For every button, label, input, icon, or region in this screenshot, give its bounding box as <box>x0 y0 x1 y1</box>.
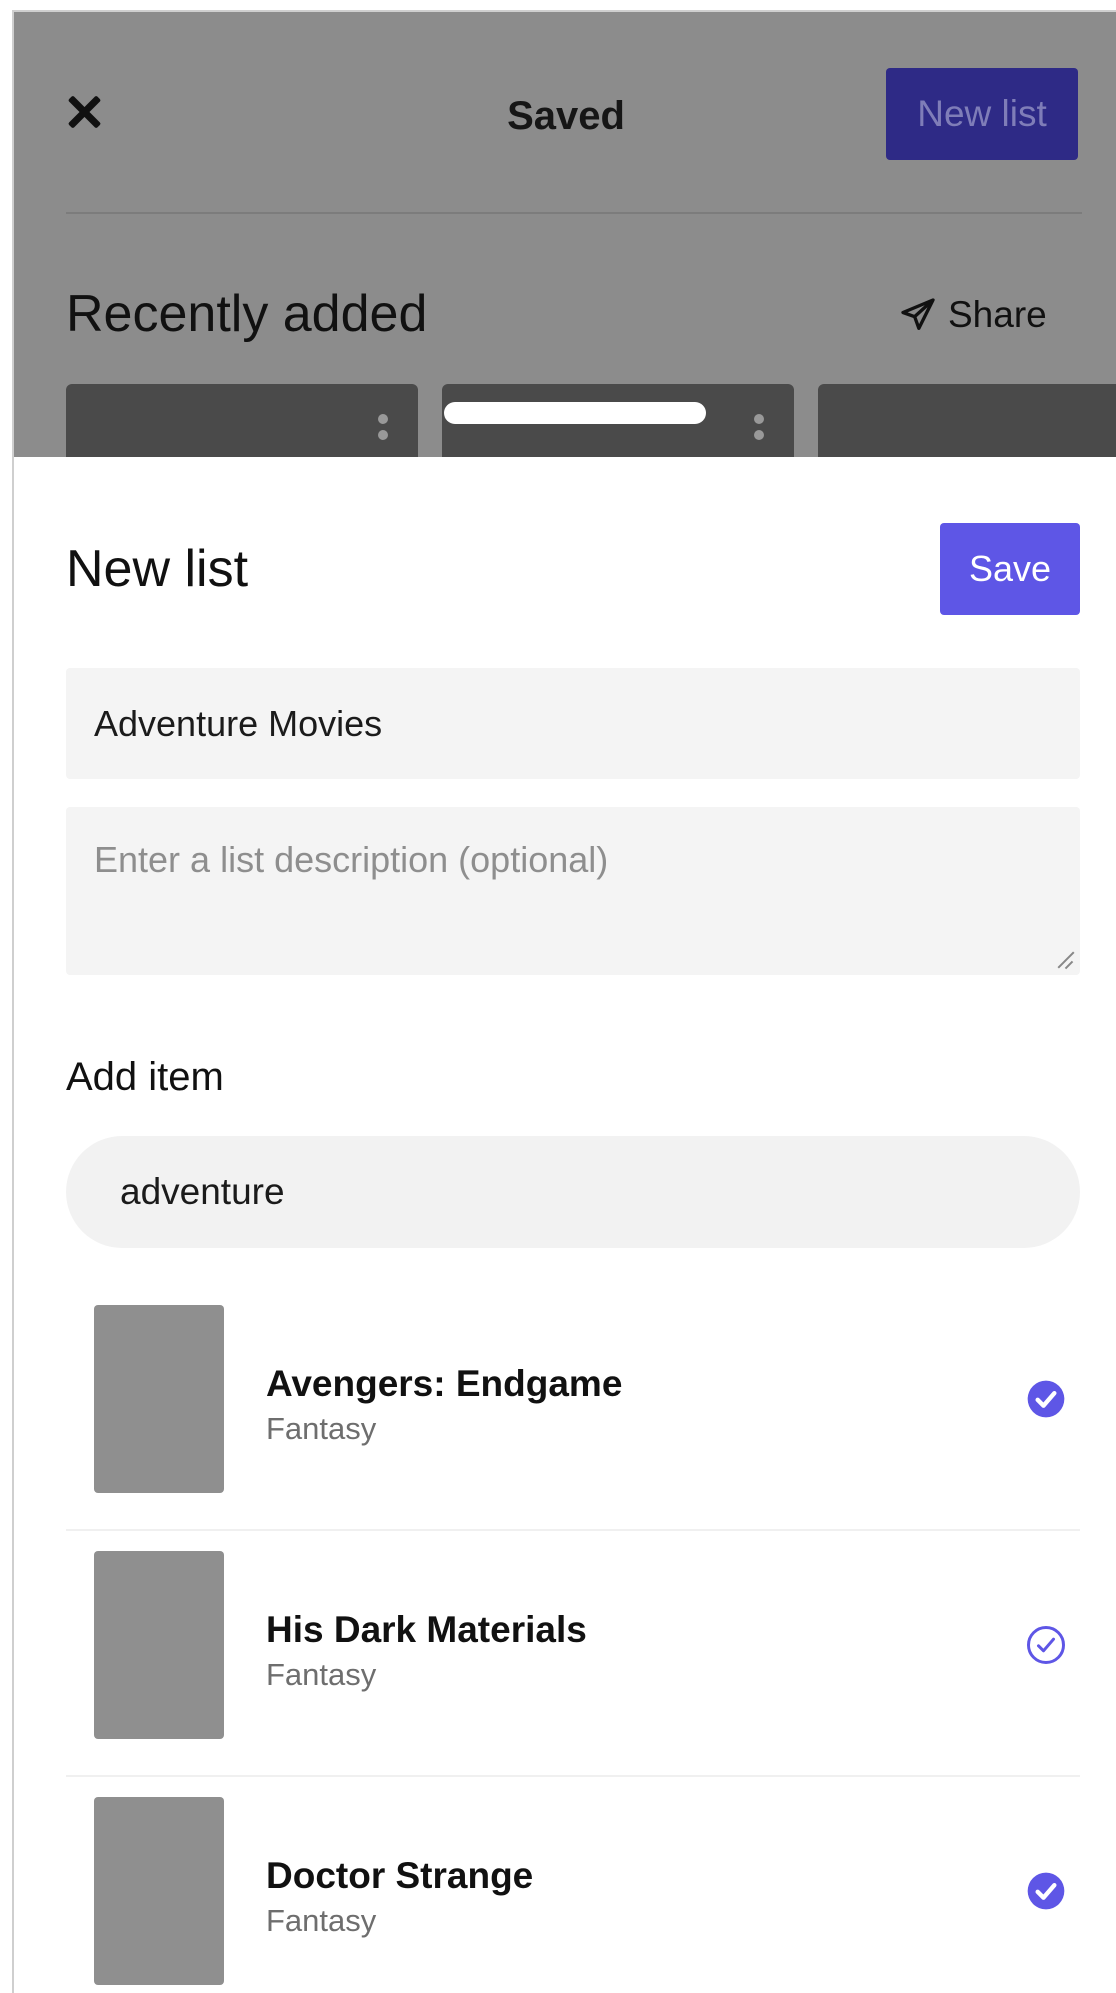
list-item[interactable]: Doctor Strange Fantasy <box>66 1777 1080 1993</box>
section-title-recently-added: Recently added <box>66 285 428 343</box>
more-options-icon[interactable] <box>754 414 764 446</box>
search-results-list: Avengers: Endgame Fantasy His Dark Mater… <box>66 1285 1080 1993</box>
item-title: Avengers: Endgame <box>266 1363 623 1404</box>
check-circle-outline-icon[interactable] <box>1026 1625 1066 1665</box>
poster-thumbnail <box>94 1305 224 1493</box>
poster-thumbnail <box>94 1551 224 1739</box>
item-genre: Fantasy <box>266 1411 377 1446</box>
item-title: His Dark Materials <box>266 1609 587 1650</box>
share-button[interactable]: Share <box>898 294 1047 336</box>
phone-screen: Saved New list Recently added Share New … <box>12 10 1116 1993</box>
background-page-overlay: Saved New list Recently added Share <box>14 12 1116 457</box>
share-label: Share <box>948 294 1047 335</box>
header-divider <box>66 212 1082 214</box>
item-title: Doctor Strange <box>266 1855 534 1896</box>
list-item[interactable]: His Dark Materials Fantasy <box>66 1531 1080 1777</box>
check-circle-filled-icon[interactable] <box>1026 1379 1066 1419</box>
description-placeholder: Enter a list description (optional) <box>94 839 609 880</box>
list-item[interactable]: Avengers: Endgame Fantasy <box>66 1285 1080 1531</box>
saved-card[interactable] <box>818 384 1116 457</box>
send-icon <box>901 298 935 330</box>
new-list-sheet: New list Save Adventure Movies Enter a l… <box>14 457 1116 1993</box>
search-input[interactable]: adventure <box>66 1136 1080 1248</box>
item-genre: Fantasy <box>266 1903 377 1938</box>
check-circle-filled-icon[interactable] <box>1026 1871 1066 1911</box>
new-list-button[interactable]: New list <box>886 68 1078 160</box>
add-item-label: Add item <box>66 1055 224 1099</box>
save-button[interactable]: Save <box>940 523 1080 615</box>
list-description-field[interactable]: Enter a list description (optional) <box>66 807 1080 975</box>
resize-handle-icon[interactable] <box>1056 951 1074 969</box>
more-options-icon[interactable] <box>378 414 388 446</box>
sheet-grab-handle[interactable] <box>444 402 706 424</box>
item-genre: Fantasy <box>266 1657 377 1692</box>
list-name-field[interactable]: Adventure Movies <box>66 668 1080 779</box>
poster-thumbnail <box>94 1797 224 1985</box>
saved-card[interactable] <box>66 384 418 457</box>
sheet-title: New list <box>66 540 249 598</box>
